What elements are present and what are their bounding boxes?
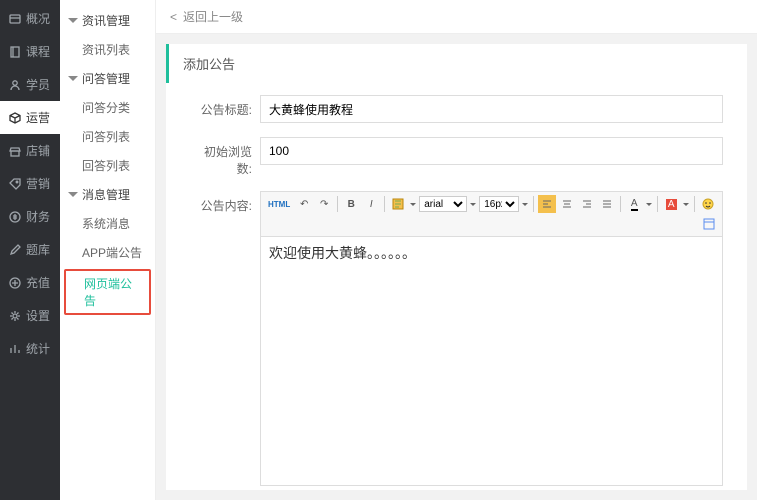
primary-nav: 概况课程学员运营店铺营销财务题库充值设置统计 [0, 0, 60, 500]
nav1-item-user[interactable]: 学员 [0, 68, 60, 101]
chevron-down-icon [68, 76, 78, 81]
nav1-label: 学员 [26, 76, 50, 93]
font-select[interactable]: arial [419, 196, 467, 212]
rich-text-editor: HTML ↶ ↷ B I arial [260, 191, 723, 486]
nav1-label: 课程 [26, 43, 50, 60]
nav1-item-gear[interactable]: 设置 [0, 299, 60, 332]
redo-icon[interactable]: ↷ [315, 195, 333, 213]
nav2-child[interactable]: 系统消息 [60, 209, 155, 238]
title-label: 公告标题: [190, 95, 260, 118]
secondary-nav: 资讯管理资讯列表问答管理问答分类问答列表回答列表消息管理系统消息APP端公告网页… [60, 0, 156, 500]
form-heading: 添加公告 [166, 44, 747, 83]
nav2-child[interactable]: APP端公告 [60, 238, 155, 267]
nav2-child[interactable]: 资讯列表 [60, 35, 155, 64]
nav2-child[interactable]: 问答列表 [60, 122, 155, 151]
nav2-group[interactable]: 资讯管理 [60, 6, 155, 35]
nav1-item-home[interactable]: 概况 [0, 2, 60, 35]
nav1-item-plus[interactable]: 充值 [0, 266, 60, 299]
nav1-label: 设置 [26, 307, 50, 324]
emoji-icon[interactable] [699, 195, 717, 213]
nav1-item-coin[interactable]: 财务 [0, 200, 60, 233]
nav1-item-edit[interactable]: 题库 [0, 233, 60, 266]
tag-icon [8, 177, 22, 191]
font-color-dropdown-icon[interactable] [645, 203, 653, 206]
size-dropdown-icon[interactable] [521, 203, 529, 206]
nav1-label: 题库 [26, 241, 50, 258]
nav2-group[interactable]: 消息管理 [60, 180, 155, 209]
nav1-item-book[interactable]: 课程 [0, 35, 60, 68]
nav1-label: 财务 [26, 208, 50, 225]
nav2-group-label: 问答管理 [82, 70, 130, 87]
nav2-child[interactable]: 问答分类 [60, 93, 155, 122]
nav1-label: 营销 [26, 175, 50, 192]
highlight-dropdown-icon[interactable] [682, 203, 690, 206]
nav1-label: 统计 [26, 340, 50, 357]
nav1-item-cube[interactable]: 运营 [0, 101, 60, 134]
chevron-down-icon [68, 18, 78, 23]
highlight-icon[interactable]: A [662, 195, 680, 213]
nav1-item-chart[interactable]: 统计 [0, 332, 60, 365]
edit-icon [8, 243, 22, 257]
breadcrumb-back[interactable]: < 返回上一级 [156, 0, 757, 34]
font-dropdown-icon[interactable] [469, 203, 477, 206]
content-label: 公告内容: [190, 191, 260, 214]
undo-icon[interactable]: ↶ [295, 195, 313, 213]
size-select[interactable]: 16px [479, 196, 519, 212]
chart-icon [8, 342, 22, 356]
fullscreen-icon[interactable] [700, 215, 718, 233]
italic-icon[interactable]: I [362, 195, 380, 213]
cube-icon [8, 111, 22, 125]
nav2-child[interactable]: 回答列表 [60, 151, 155, 180]
views-label: 初始浏览数: [190, 137, 260, 177]
nav1-label: 店铺 [26, 142, 50, 159]
align-justify-icon[interactable] [598, 195, 616, 213]
nav2-group-label: 消息管理 [82, 186, 130, 203]
plus-icon [8, 276, 22, 290]
editor-canvas[interactable]: 欢迎使用大黄蜂。。。。。。 [261, 237, 722, 485]
nav2-group-label: 资讯管理 [82, 12, 130, 29]
gear-icon [8, 309, 22, 323]
nav1-label: 充值 [26, 274, 50, 291]
shop-icon [8, 144, 22, 158]
main-content: < 返回上一级 添加公告 公告标题: 初始浏览数: 公告内容: HTML [156, 0, 757, 500]
coin-icon [8, 210, 22, 224]
nav2-child[interactable]: 网页端公告 [64, 269, 151, 315]
book-icon [8, 45, 22, 59]
chevron-down-icon [68, 192, 78, 197]
nav1-item-shop[interactable]: 店铺 [0, 134, 60, 167]
nav2-group[interactable]: 问答管理 [60, 64, 155, 93]
home-icon [8, 12, 22, 26]
back-icon: < [170, 10, 177, 24]
nav1-item-tag[interactable]: 营销 [0, 167, 60, 200]
title-input[interactable] [260, 95, 723, 123]
format-dropdown-icon[interactable] [409, 203, 417, 206]
align-right-icon[interactable] [578, 195, 596, 213]
align-center-icon[interactable] [558, 195, 576, 213]
nav1-label: 运营 [26, 109, 50, 126]
align-left-icon[interactable] [538, 195, 556, 213]
bold-icon[interactable]: B [342, 195, 360, 213]
views-input[interactable] [260, 137, 723, 165]
editor-toolbar: HTML ↶ ↷ B I arial [261, 192, 722, 237]
font-color-icon[interactable]: A [625, 195, 643, 213]
html-source-button[interactable]: HTML [265, 195, 293, 213]
nav1-label: 概况 [26, 10, 50, 27]
format-icon[interactable] [389, 195, 407, 213]
user-icon [8, 78, 22, 92]
breadcrumb-label: 返回上一级 [183, 8, 243, 25]
